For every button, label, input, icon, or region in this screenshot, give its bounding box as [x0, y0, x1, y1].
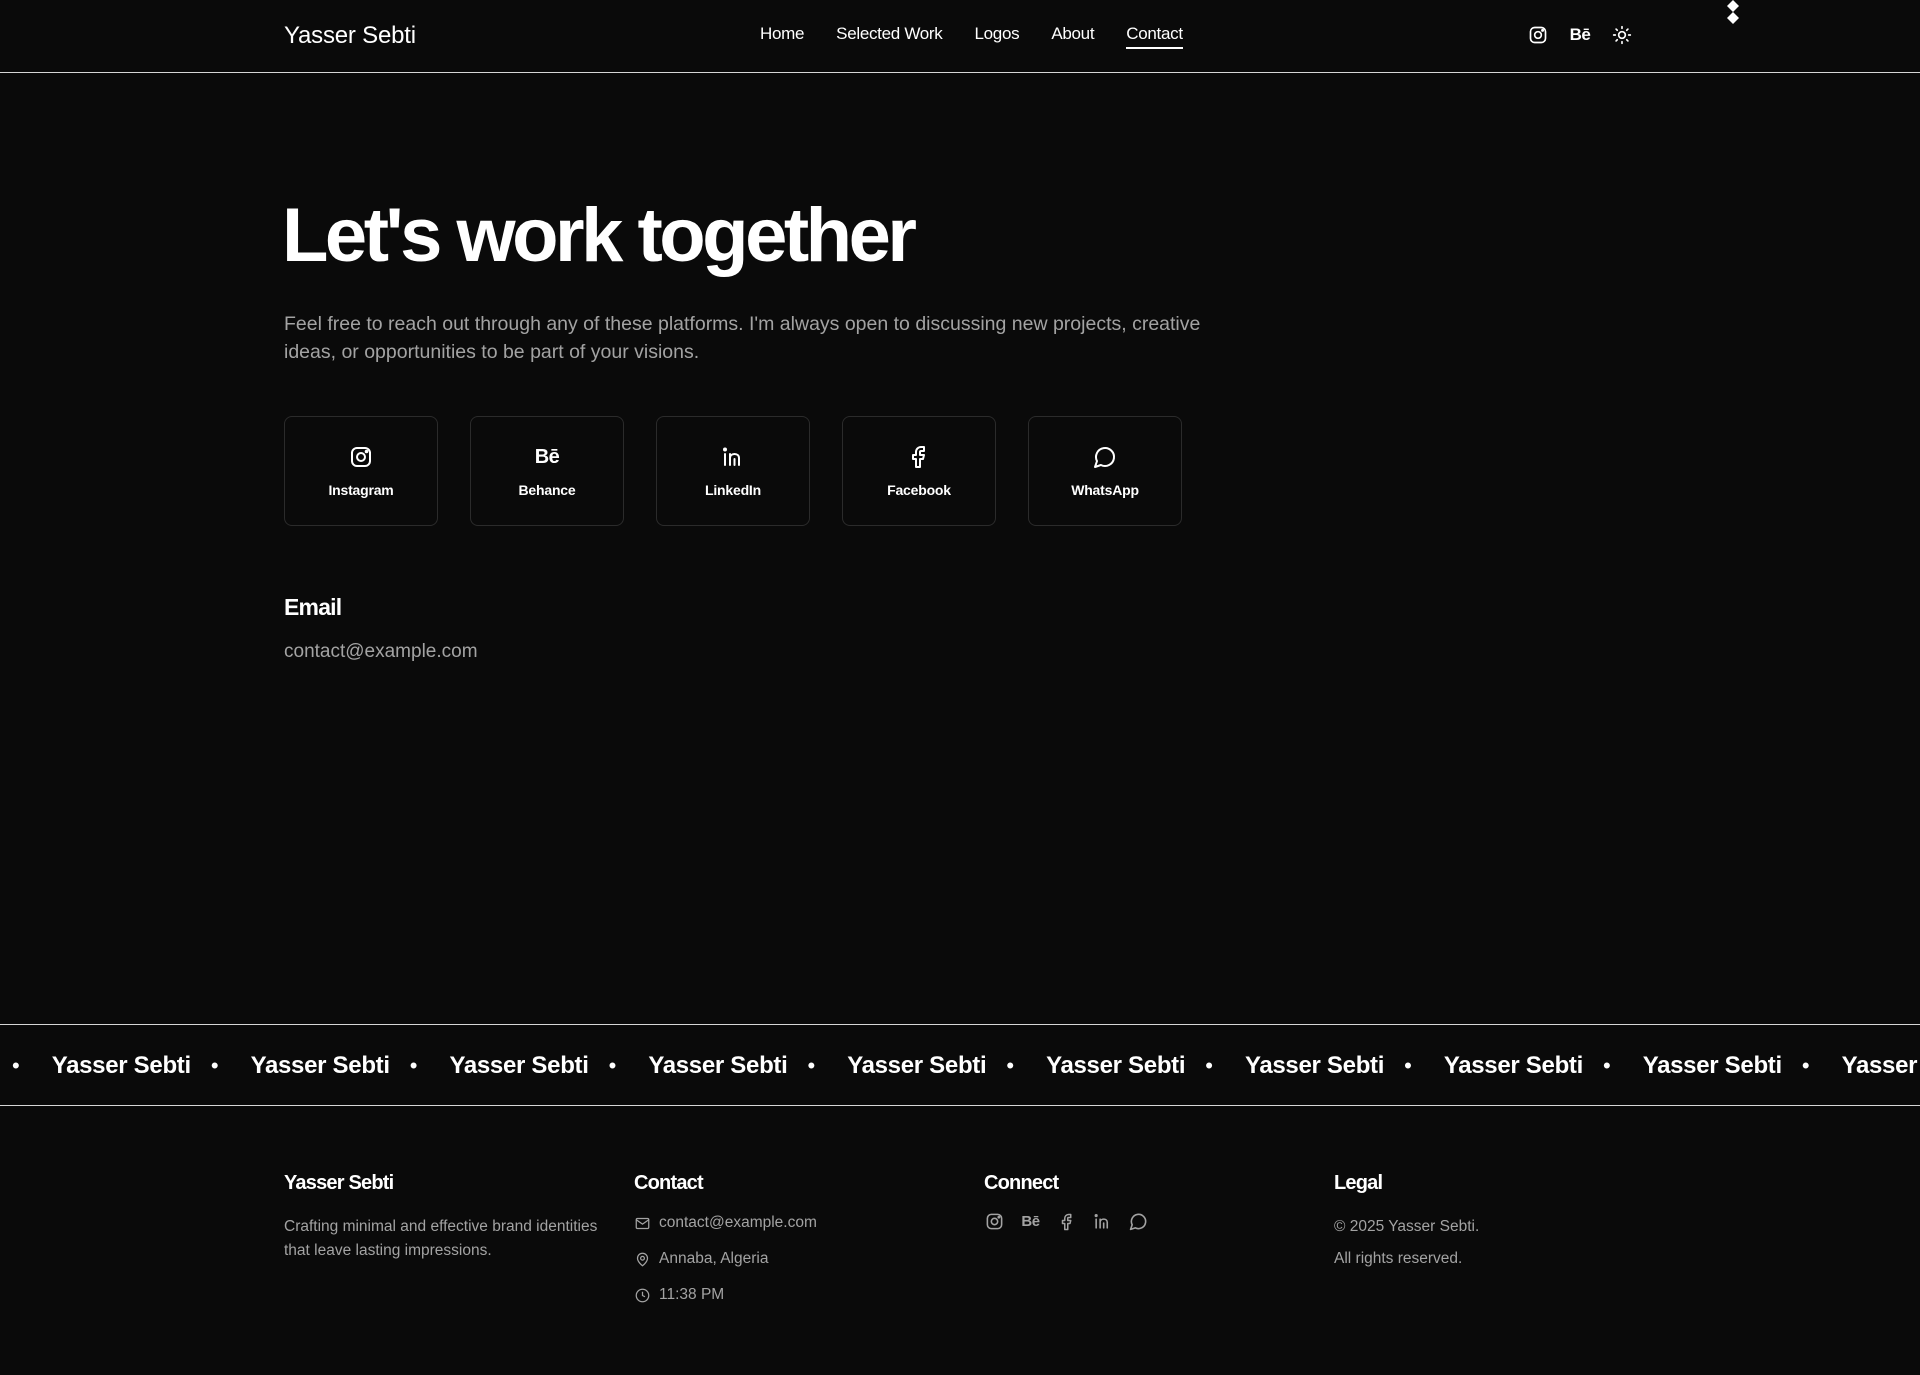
marquee-text: Yasser Sebti	[51, 1052, 191, 1079]
footer-email: contact@example.com	[659, 1214, 817, 1231]
instagram-icon	[348, 444, 374, 470]
mail-icon	[634, 1215, 650, 1231]
behance-icon[interactable]: Bē	[1569, 24, 1591, 46]
instagram-icon[interactable]	[1527, 24, 1549, 46]
platform-label: LinkedIn	[705, 482, 761, 498]
platform-label: Facebook	[887, 482, 951, 498]
platform-cards: Instagram Bē Behance LinkedIn Facebook W…	[284, 416, 1182, 526]
footer-time-row: 11:38 PM	[634, 1277, 934, 1313]
nav-logos[interactable]: Logos	[975, 24, 1020, 49]
marquee-text: Yasser Sebti	[1244, 1052, 1385, 1079]
map-pin-icon	[634, 1251, 650, 1267]
name-marquee: • Yasser Sebti • Yasser Sebti • Yasser S…	[0, 1024, 1920, 1106]
marquee-separator: •	[409, 1053, 418, 1078]
email-link[interactable]: contact@example.com	[284, 641, 478, 663]
marquee-text: Yasser Sebti	[1841, 1052, 1920, 1079]
footer-time: 11:38 PM	[659, 1286, 725, 1303]
footer-brand: Yasser Sebti Crafting minimal and effect…	[284, 1172, 604, 1263]
platform-card-facebook[interactable]: Facebook	[842, 416, 996, 526]
footer-contact-heading: Contact	[634, 1172, 704, 1194]
behance-icon: Bē	[534, 445, 560, 468]
sun-icon[interactable]	[1611, 24, 1633, 46]
footer-rights: All rights reserved.	[1334, 1250, 1463, 1267]
page-subtitle: Feel free to reach out through any of th…	[284, 313, 1201, 363]
clock-icon	[634, 1287, 650, 1303]
footer-brand-heading: Yasser Sebti	[284, 1172, 394, 1194]
marquee-separator: •	[807, 1053, 816, 1078]
marquee-text: Yasser Sebti	[847, 1052, 987, 1079]
footer-social-icons: Bē	[984, 1211, 1284, 1232]
site-header: Yasser Sebti Home Selected Work Logos Ab…	[0, 0, 1920, 73]
marquee-text: Yasser Sebti	[1046, 1052, 1186, 1079]
footer-connect-heading: Connect	[984, 1172, 1059, 1194]
whatsapp-icon	[1092, 444, 1118, 470]
marquee-separator: •	[1404, 1053, 1412, 1078]
platform-card-whatsapp[interactable]: WhatsApp	[1028, 416, 1182, 526]
footer-location: Annaba, Algeria	[659, 1250, 769, 1267]
facebook-icon	[906, 444, 932, 470]
linkedin-icon[interactable]	[1092, 1211, 1113, 1232]
nav-about[interactable]: About	[1051, 24, 1094, 49]
whatsapp-icon[interactable]	[1128, 1211, 1149, 1232]
nav-selected-work[interactable]: Selected Work	[836, 24, 943, 49]
instagram-icon[interactable]	[984, 1211, 1005, 1232]
marquee-separator: •	[1801, 1053, 1810, 1078]
platform-card-instagram[interactable]: Instagram	[284, 416, 438, 526]
footer-legal-heading: Legal	[1334, 1172, 1383, 1194]
marquee-separator: •	[1205, 1053, 1213, 1078]
brand-logo[interactable]: Yasser Sebti	[284, 22, 416, 50]
platform-label: WhatsApp	[1071, 482, 1139, 498]
nav-home[interactable]: Home	[760, 24, 804, 49]
footer-contact: Contact contact@example.com Annaba, Alge…	[634, 1172, 934, 1313]
marquee-separator: •	[12, 1053, 20, 1078]
footer-location-row: Annaba, Algeria	[634, 1241, 934, 1277]
email-heading: Email	[284, 594, 342, 620]
platform-label: Behance	[518, 482, 576, 498]
footer-connect: Connect Bē	[984, 1172, 1284, 1232]
header-actions: Bē	[1527, 24, 1633, 46]
diamond-icon	[1727, 0, 1739, 24]
nav-contact[interactable]: Contact	[1126, 24, 1183, 49]
marquee-separator: •	[608, 1053, 617, 1078]
marquee-text: Yasser Sebti	[1443, 1052, 1583, 1079]
platform-card-linkedin[interactable]: LinkedIn	[656, 416, 810, 526]
marquee-text: Yasser Sebti	[1642, 1052, 1782, 1079]
footer-tagline: Crafting minimal and effective brand ide…	[284, 1218, 598, 1259]
platform-card-behance[interactable]: Bē Behance	[470, 416, 624, 526]
footer-legal: Legal © 2025 Yasser Sebti. All rights re…	[1334, 1172, 1634, 1275]
platform-label: Instagram	[328, 482, 394, 498]
linkedin-icon	[720, 444, 746, 470]
marquee-separator: •	[210, 1053, 219, 1078]
facebook-icon[interactable]	[1056, 1211, 1077, 1232]
marquee-separator: •	[1603, 1053, 1611, 1078]
marquee-text: Yasser Sebti	[449, 1052, 589, 1079]
behance-icon[interactable]: Bē	[1020, 1211, 1041, 1232]
footer-email-row[interactable]: contact@example.com	[634, 1205, 934, 1241]
footer-copyright: © 2025 Yasser Sebti.	[1334, 1218, 1480, 1235]
page-title: Let's work together	[282, 193, 917, 278]
main-nav: Home Selected Work Logos About Contact	[760, 24, 1183, 49]
marquee-text: Yasser Sebti	[648, 1052, 788, 1079]
marquee-track: • Yasser Sebti • Yasser Sebti • Yasser S…	[12, 1052, 1920, 1080]
marquee-text: Yasser Sebti	[250, 1052, 390, 1079]
marquee-separator: •	[1006, 1053, 1015, 1078]
